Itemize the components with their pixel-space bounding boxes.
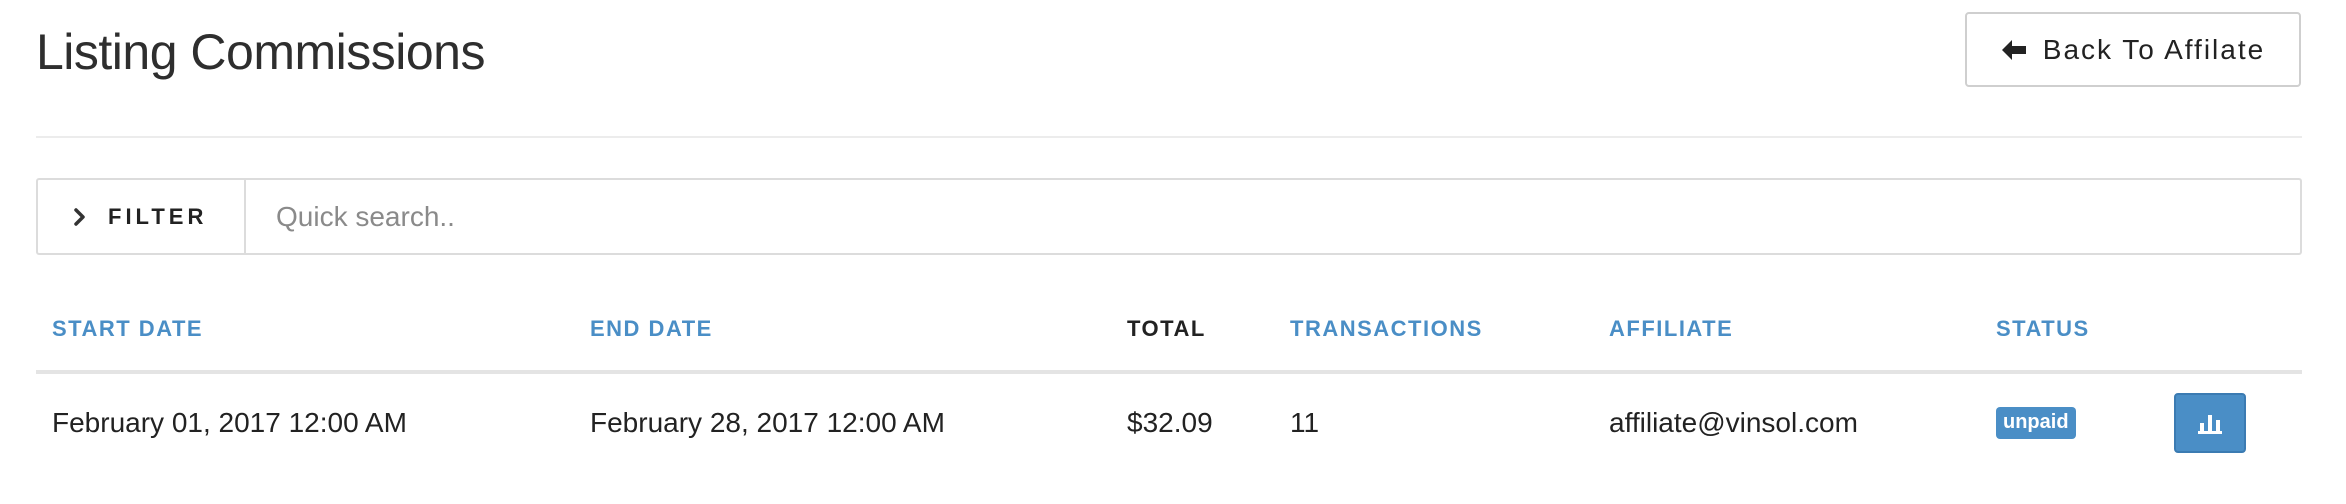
status-badge: unpaid: [1996, 407, 2076, 439]
bar-chart-icon: [2198, 412, 2222, 434]
cell-affiliate: affiliate@vinsol.com: [1609, 407, 1858, 438]
chevron-right-icon: [74, 207, 86, 226]
back-to-affiliate-button[interactable]: Back To Affilate: [1965, 12, 2301, 87]
filter-toggle-button[interactable]: FILTER: [38, 180, 246, 253]
cell-total: $32.09: [1127, 407, 1213, 438]
page-title: Listing Commissions: [36, 24, 485, 80]
table-header: START DATE END DATE TOTAL TRANSACTIONS A…: [36, 300, 2302, 374]
arrow-left-icon: [2001, 39, 2027, 61]
filter-toggle-label: FILTER: [108, 203, 208, 229]
cell-transactions: 11: [1290, 407, 1320, 438]
header-divider: [36, 136, 2302, 138]
column-header-end-date[interactable]: END DATE: [590, 316, 713, 342]
column-header-transactions[interactable]: TRANSACTIONS: [1290, 316, 1483, 342]
column-header-status[interactable]: STATUS: [1996, 316, 2090, 342]
cell-actions: [2174, 374, 2246, 472]
cell-end-date: February 28, 2017 12:00 AM: [590, 407, 945, 438]
table-row: February 01, 2017 12:00 AM February 28, …: [36, 374, 2302, 472]
column-header-affiliate[interactable]: AFFILIATE: [1609, 316, 1733, 342]
view-stats-button[interactable]: [2174, 393, 2246, 453]
cell-start-date: February 01, 2017 12:00 AM: [52, 407, 407, 438]
column-header-total: TOTAL: [1127, 316, 1206, 341]
cell-status: unpaid: [1996, 374, 2076, 472]
quick-search-input[interactable]: [246, 180, 2300, 253]
back-to-affiliate-label: Back To Affilate: [2042, 33, 2266, 65]
column-header-start-date[interactable]: START DATE: [52, 316, 203, 342]
commissions-table: START DATE END DATE TOTAL TRANSACTIONS A…: [36, 300, 2302, 472]
filter-bar: FILTER: [36, 178, 2302, 255]
